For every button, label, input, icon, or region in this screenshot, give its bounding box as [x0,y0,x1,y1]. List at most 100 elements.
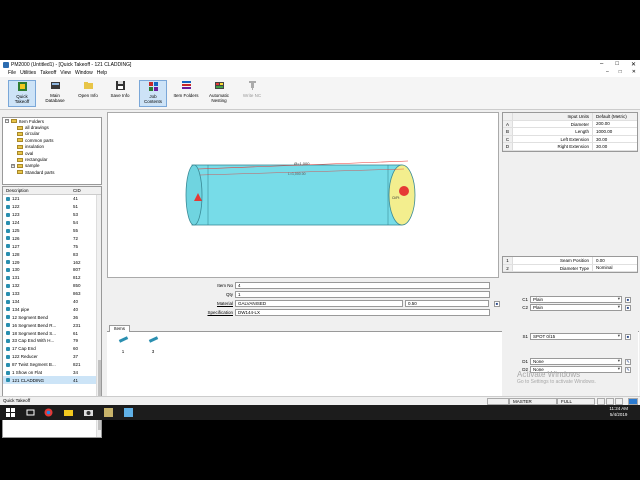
grid-row[interactable]: D Right Extension 30.00 [503,143,637,151]
qty-field[interactable]: 1 [235,291,490,298]
list-item[interactable]: 121 41 [3,195,101,203]
automatic-nesting-button[interactable]: Automatic Nesting [205,80,233,107]
job-contents-button[interactable]: Job Contents [139,80,167,107]
list-item[interactable]: 128 83 [3,250,101,258]
dimension-grid: Input Units Default (Metric) A Diameter 20… [502,112,638,152]
print-icon[interactable] [597,398,605,405]
close-button[interactable]: ✕ [631,61,636,68]
file-explorer-icon[interactable] [64,408,73,417]
list-item[interactable]: 18 Segment Bend S... 61 [3,329,101,337]
properties-panel: Item No 4 Qty 1 Material GALVANISED 0.50… [107,278,500,318]
item-no-label: Item No [217,283,233,288]
save-info-button[interactable]: Save Info [106,80,134,107]
lock-icon[interactable]: ■ [494,300,500,307]
item-icon [6,204,10,209]
list-item[interactable]: 125 55 [3,227,101,235]
list-item[interactable]: 124 54 [3,219,101,227]
status-text: Quick Takeoff [3,398,31,403]
connector-c2-select[interactable]: Plain [530,304,622,311]
menu-view[interactable]: View [60,70,71,76]
app-window: PM2000 (Untitled1) - [Quick Takeoff - 12… [0,60,640,438]
windows-start-icon[interactable] [6,408,15,417]
folder-icon [17,151,23,156]
lock-icon[interactable]: ■ [625,296,631,303]
item-icon [6,315,10,320]
collapse-icon[interactable]: − [5,119,9,124]
expand-icon[interactable]: + [11,163,15,168]
door-d1-select[interactable]: None [530,358,622,365]
list-item[interactable]: 121 CLADDING 41 [3,376,101,385]
menu-window[interactable]: Window [75,70,93,76]
list-item[interactable]: 127 75 [3,242,101,250]
lock-icon[interactable]: ■ [625,333,631,340]
list-item[interactable]: 12 Segment Bend 36 [3,313,101,321]
list-item[interactable]: 123 53 [3,211,101,219]
gauge-select[interactable]: 0.50 [405,300,489,307]
item-no-field[interactable]: 4 [235,282,490,289]
camera-icon[interactable] [84,408,93,417]
list-item[interactable]: 134 pipe 40 [3,305,101,313]
material-select[interactable]: GALVANISED [235,300,403,307]
item-icon [6,346,10,351]
list-item[interactable]: 129 162 [3,258,101,266]
list-item[interactable]: 17 Cap End 60 [3,345,101,353]
list-item[interactable]: 122 51 [3,203,101,211]
item-folders-button[interactable]: Item Folders [172,80,200,107]
list-item[interactable]: 133 863 [3,290,101,298]
grid-row[interactable]: 2 Diameter Type Nominal [503,264,637,273]
item-thumbnail[interactable]: 1 [113,336,133,354]
seam-s1-select[interactable]: SPOT 0/15 [530,333,622,340]
quick-takeoff-button[interactable]: Quick Takeoff [8,80,36,107]
folder-icon [17,125,23,130]
door-d1: D1 None ✎ [502,358,631,365]
list-item[interactable]: 126 72 [3,234,101,242]
main-database-button[interactable]: Main Database [41,80,69,107]
dimension-panel: Input Units Default (Metric) A Diameter 20… [502,112,638,399]
3d-viewport[interactable]: Ø=1,000 L=1,000.00 Cl/Ft [107,112,499,278]
help-icon[interactable] [606,398,614,405]
confirm-icon[interactable] [628,398,638,405]
doc-minimize-button[interactable]: – [606,69,609,75]
specification-select[interactable]: DW144-LX [235,309,490,316]
material-label[interactable]: Material [183,301,233,306]
chrome-icon[interactable] [44,408,53,417]
menu-utilities[interactable]: Utilities [20,70,36,76]
task-view-icon[interactable] [26,408,35,417]
list-item[interactable]: 122 Reducer 37 [3,353,101,361]
menu-file[interactable]: File [8,70,16,76]
list-item[interactable]: 33 Cap End With H... 79 [3,337,101,345]
list-item[interactable]: 132 850 [3,282,101,290]
pm2000-app-icon[interactable] [104,408,113,417]
app-taskbar-icon[interactable] [124,408,133,417]
column-description[interactable]: Description [3,188,73,193]
status-bar: Quick Takeoff MASTER FULL [0,396,640,405]
item-icon [6,338,10,343]
edit-icon[interactable]: ✎ [625,366,631,373]
write-nc-button[interactable]: Write NC [238,80,266,107]
doc-maximize-button[interactable]: □ [619,69,622,75]
clock[interactable]: 11:24 AM 5/4/2019 [609,406,628,418]
maximize-button[interactable]: □ [615,61,619,68]
list-item[interactable]: 1 Show on Flat 34 [3,369,101,377]
menu-takeoff[interactable]: Takeoff [40,70,56,76]
specification-label[interactable]: Specification [183,310,233,315]
edit-icon[interactable]: ✎ [625,358,631,365]
menu-help[interactable]: Help [97,70,107,76]
list-item[interactable]: 130 807 [3,266,101,274]
app-icon [3,61,9,68]
list-item[interactable]: 16 Segment Bend R... 231 [3,321,101,329]
doc-close-button[interactable]: ✕ [632,69,636,75]
item-thumbnail[interactable]: 3 [143,336,163,354]
lock-icon[interactable]: ■ [625,304,631,311]
pencil-icon[interactable] [615,398,623,405]
list-item[interactable]: 131 812 [3,274,101,282]
tree-folder[interactable]: Standard parts [3,169,101,175]
list-item[interactable]: 134 40 [3,298,101,306]
column-cid[interactable]: CID [73,188,93,193]
item-folders-icon [181,81,191,89]
tab-items[interactable]: Items [109,325,131,332]
minimize-button[interactable]: – [600,61,603,68]
connector-c1-select[interactable]: Plain [530,296,622,303]
list-item[interactable]: 87 Twist Segment B... 821 [3,361,101,369]
open-info-button[interactable]: Open Info [74,80,102,107]
